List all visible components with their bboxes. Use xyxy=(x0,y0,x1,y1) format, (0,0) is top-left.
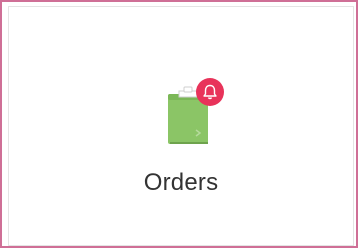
orders-label: Orders xyxy=(143,169,219,196)
orders-icon xyxy=(167,77,229,149)
selection-frame: Orders xyxy=(0,0,358,248)
bell-icon xyxy=(196,78,224,106)
orders-tile[interactable]: Orders xyxy=(8,6,354,246)
